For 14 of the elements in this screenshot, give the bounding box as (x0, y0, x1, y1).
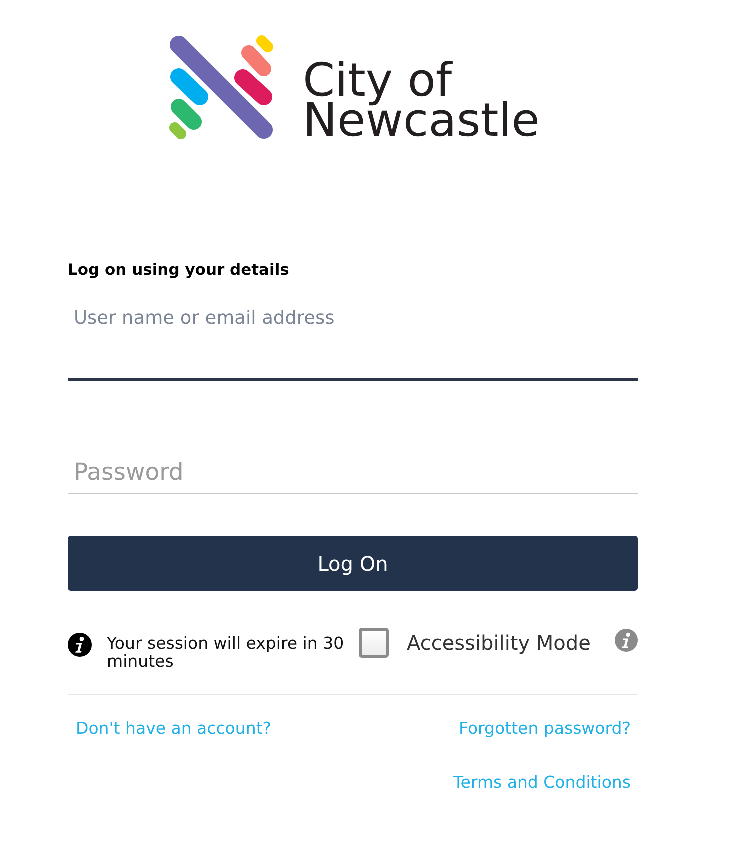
info-icon (68, 633, 92, 657)
username-field[interactable]: User name or email address (68, 298, 638, 381)
session-expiry-notice: Your session will expire in 30 minutes (107, 635, 346, 671)
password-field[interactable]: Password (68, 450, 638, 494)
checkbox-label[interactable]: Accessibility Mode (407, 628, 591, 658)
form-heading: Log on using your details (68, 260, 290, 280)
logo-wordmark: City of Newcastle (303, 60, 541, 140)
info-icon (615, 629, 638, 652)
text-link[interactable]: Terms and Conditions (446, 772, 638, 794)
striped-logo-icon (167, 35, 275, 141)
accessibility-checkbox[interactable] (359, 628, 389, 658)
log-on-button[interactable]: Log On (68, 536, 638, 591)
text-link[interactable]: Don't have an account? (68, 718, 279, 740)
text-link[interactable]: Forgotten password? (451, 718, 638, 740)
